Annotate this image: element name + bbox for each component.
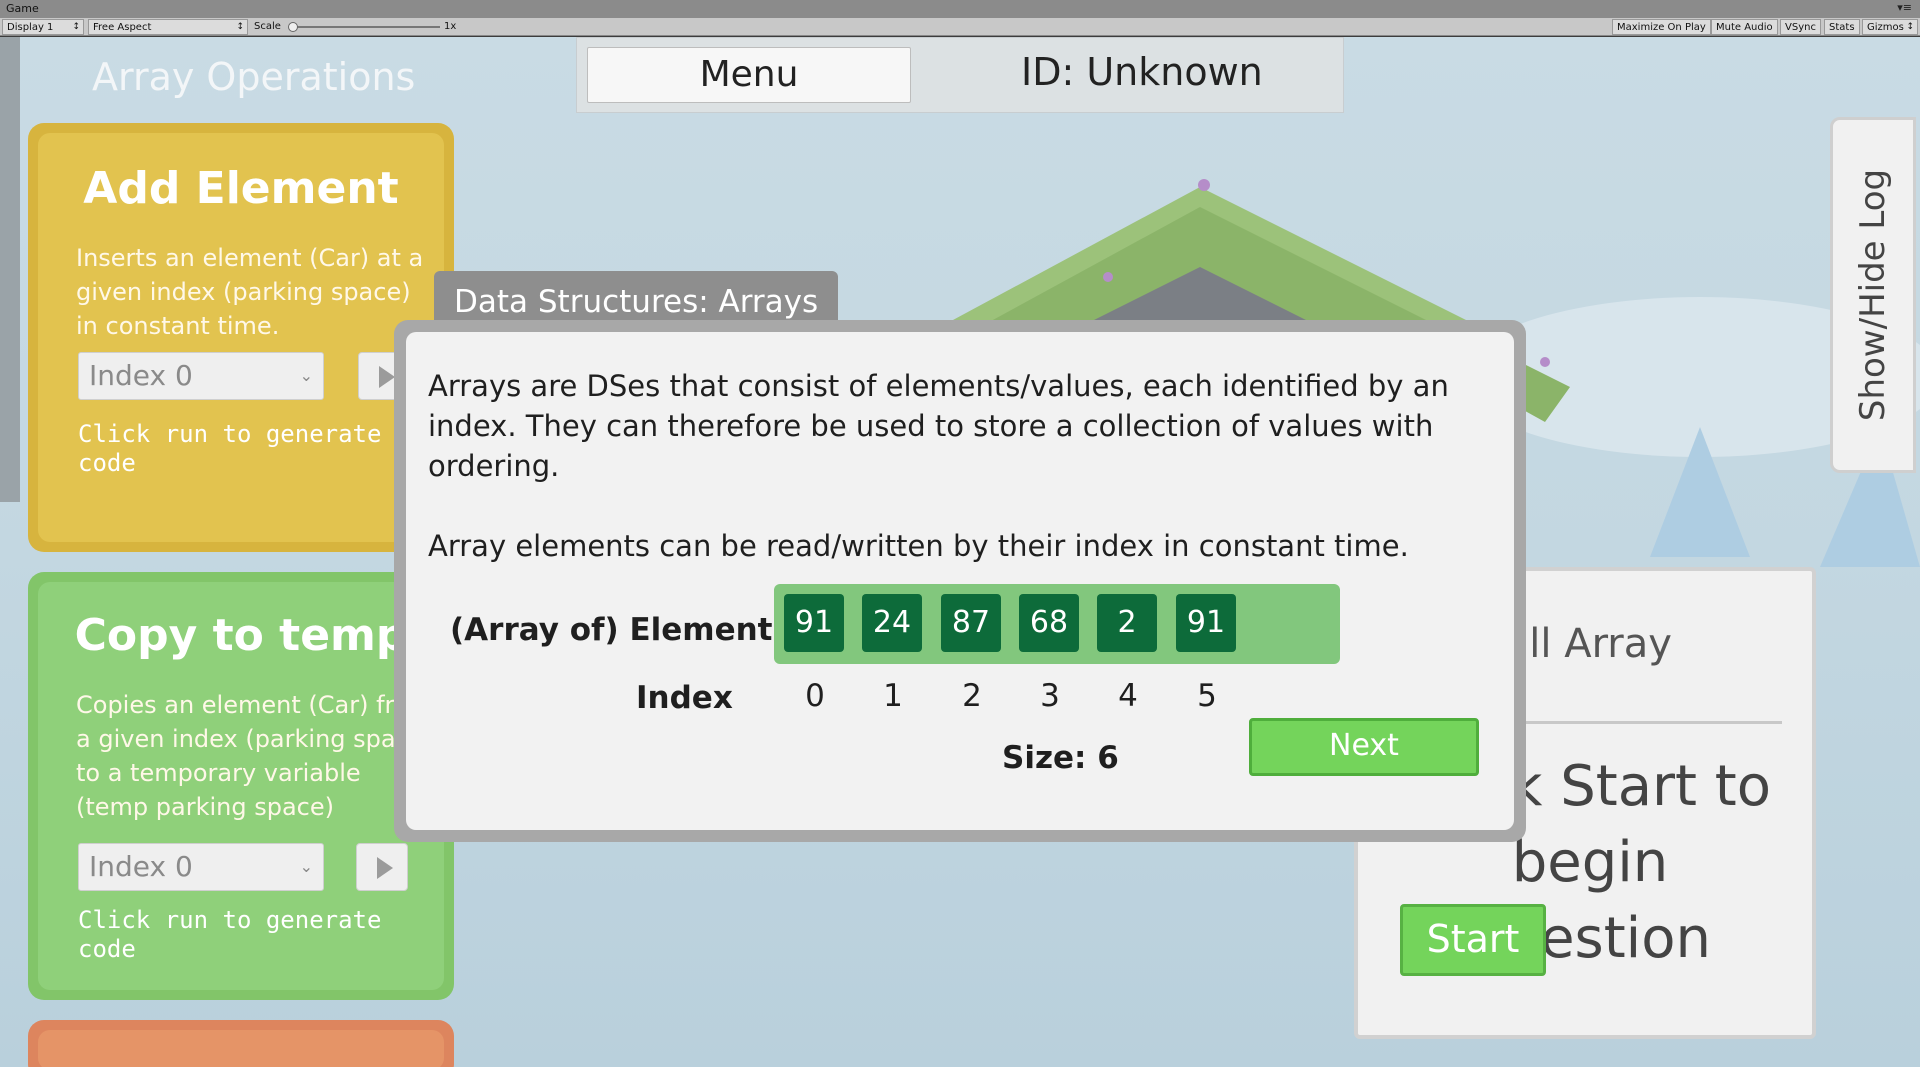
array-size-label: Size: 6 [1002, 740, 1119, 776]
top-bar: Menu ID: Unknown [576, 37, 1344, 113]
maximize-on-play-button[interactable]: Maximize On Play [1612, 19, 1711, 35]
copy-to-temp-title: Copy to temp [74, 610, 408, 661]
array-index-label: 4 [1118, 678, 1138, 714]
show-hide-log-label: Show/Hide Log [1853, 168, 1893, 422]
next-operation-card-body [38, 1030, 444, 1067]
scale-label: Scale [254, 21, 281, 32]
add-element-card: Add Element Inserts an element (Car) at … [28, 123, 454, 552]
vsync-button[interactable]: VSync [1780, 19, 1821, 35]
display-dropdown[interactable]: Display 1 [2, 19, 84, 35]
array-element-cell: 87 [941, 594, 1001, 652]
editor-tab-bar: Game ▾≡ [0, 0, 1920, 18]
game-view: Array Operations Add Element Inserts an … [0, 37, 1920, 1067]
copy-to-temp-run-button[interactable] [356, 843, 408, 891]
page-title: Array Operations [92, 55, 416, 99]
copy-to-temp-code-hint: Click run to generate code [78, 906, 382, 963]
user-id-label: ID: Unknown [1021, 50, 1263, 94]
game-view-toolbar: Display 1 Free Aspect Scale 1x Maximize … [0, 18, 1920, 36]
elements-label: (Array of) Elements [450, 612, 791, 648]
add-element-code-hint: Click run to generate code [78, 420, 382, 477]
array-index-label: 2 [962, 678, 982, 714]
arrays-info-modal: Arrays are DSes that consist of elements… [394, 320, 1526, 842]
scale-value: 1x [444, 21, 457, 32]
modal-description: Arrays are DSes that consist of elements… [428, 366, 1488, 606]
modal-paragraph-1: Arrays are DSes that consist of elements… [428, 369, 1449, 483]
modal-paragraph-2: Array elements can be read/written by th… [428, 529, 1409, 563]
show-hide-log-button[interactable]: Show/Hide Log [1830, 117, 1916, 473]
scale-slider-handle[interactable] [288, 22, 298, 32]
array-element-cell: 91 [1176, 594, 1236, 652]
copy-to-temp-card: Copy to temp Copies an element (Car) fro… [28, 572, 454, 1000]
array-index-label: 3 [1040, 678, 1060, 714]
array-index-label: 1 [883, 678, 903, 714]
add-element-card-body: Add Element Inserts an element (Car) at … [38, 133, 444, 542]
add-element-description: Inserts an element (Car) at a given inde… [76, 244, 424, 340]
scale-slider-track[interactable] [292, 26, 440, 28]
stats-button[interactable]: Stats [1824, 19, 1860, 35]
add-element-index-value: Index 0 [89, 359, 193, 392]
add-element-index-select[interactable]: Index 0 ⌄ [78, 352, 324, 400]
chevron-down-icon: ⌄ [299, 366, 313, 385]
copy-to-temp-index-value: Index 0 [89, 850, 193, 883]
menu-button[interactable]: Menu [587, 47, 911, 103]
copy-to-temp-index-select[interactable]: Index 0 ⌄ [78, 843, 324, 891]
next-button[interactable]: Next [1249, 718, 1479, 776]
left-edge-strip [0, 37, 20, 502]
modal-body: Arrays are DSes that consist of elements… [406, 332, 1514, 830]
aspect-dropdown[interactable]: Free Aspect [88, 19, 248, 35]
copy-to-temp-description: Copies an element (Car) from a given ind… [76, 691, 433, 821]
array-element-cell: 2 [1097, 594, 1157, 652]
array-elements-container: 91 24 87 68 2 91 [774, 584, 1340, 664]
start-button[interactable]: Start [1400, 904, 1546, 976]
window-menu-icon[interactable]: ▾≡ [1897, 1, 1912, 14]
index-label: Index [636, 680, 733, 716]
array-element-cell: 68 [1019, 594, 1079, 652]
next-operation-card [28, 1020, 454, 1067]
add-element-title: Add Element [83, 163, 399, 214]
game-tab[interactable]: Game [6, 2, 39, 15]
copy-to-temp-card-body: Copy to temp Copies an element (Car) fro… [38, 582, 444, 990]
chevron-down-icon: ⌄ [299, 857, 313, 876]
gizmos-dropdown[interactable]: Gizmos [1862, 19, 1918, 35]
mute-audio-button[interactable]: Mute Audio [1711, 19, 1778, 35]
array-index-label: 0 [805, 678, 825, 714]
array-index-label: 5 [1197, 678, 1217, 714]
array-element-cell: 24 [862, 594, 922, 652]
array-element-cell: 91 [784, 594, 844, 652]
